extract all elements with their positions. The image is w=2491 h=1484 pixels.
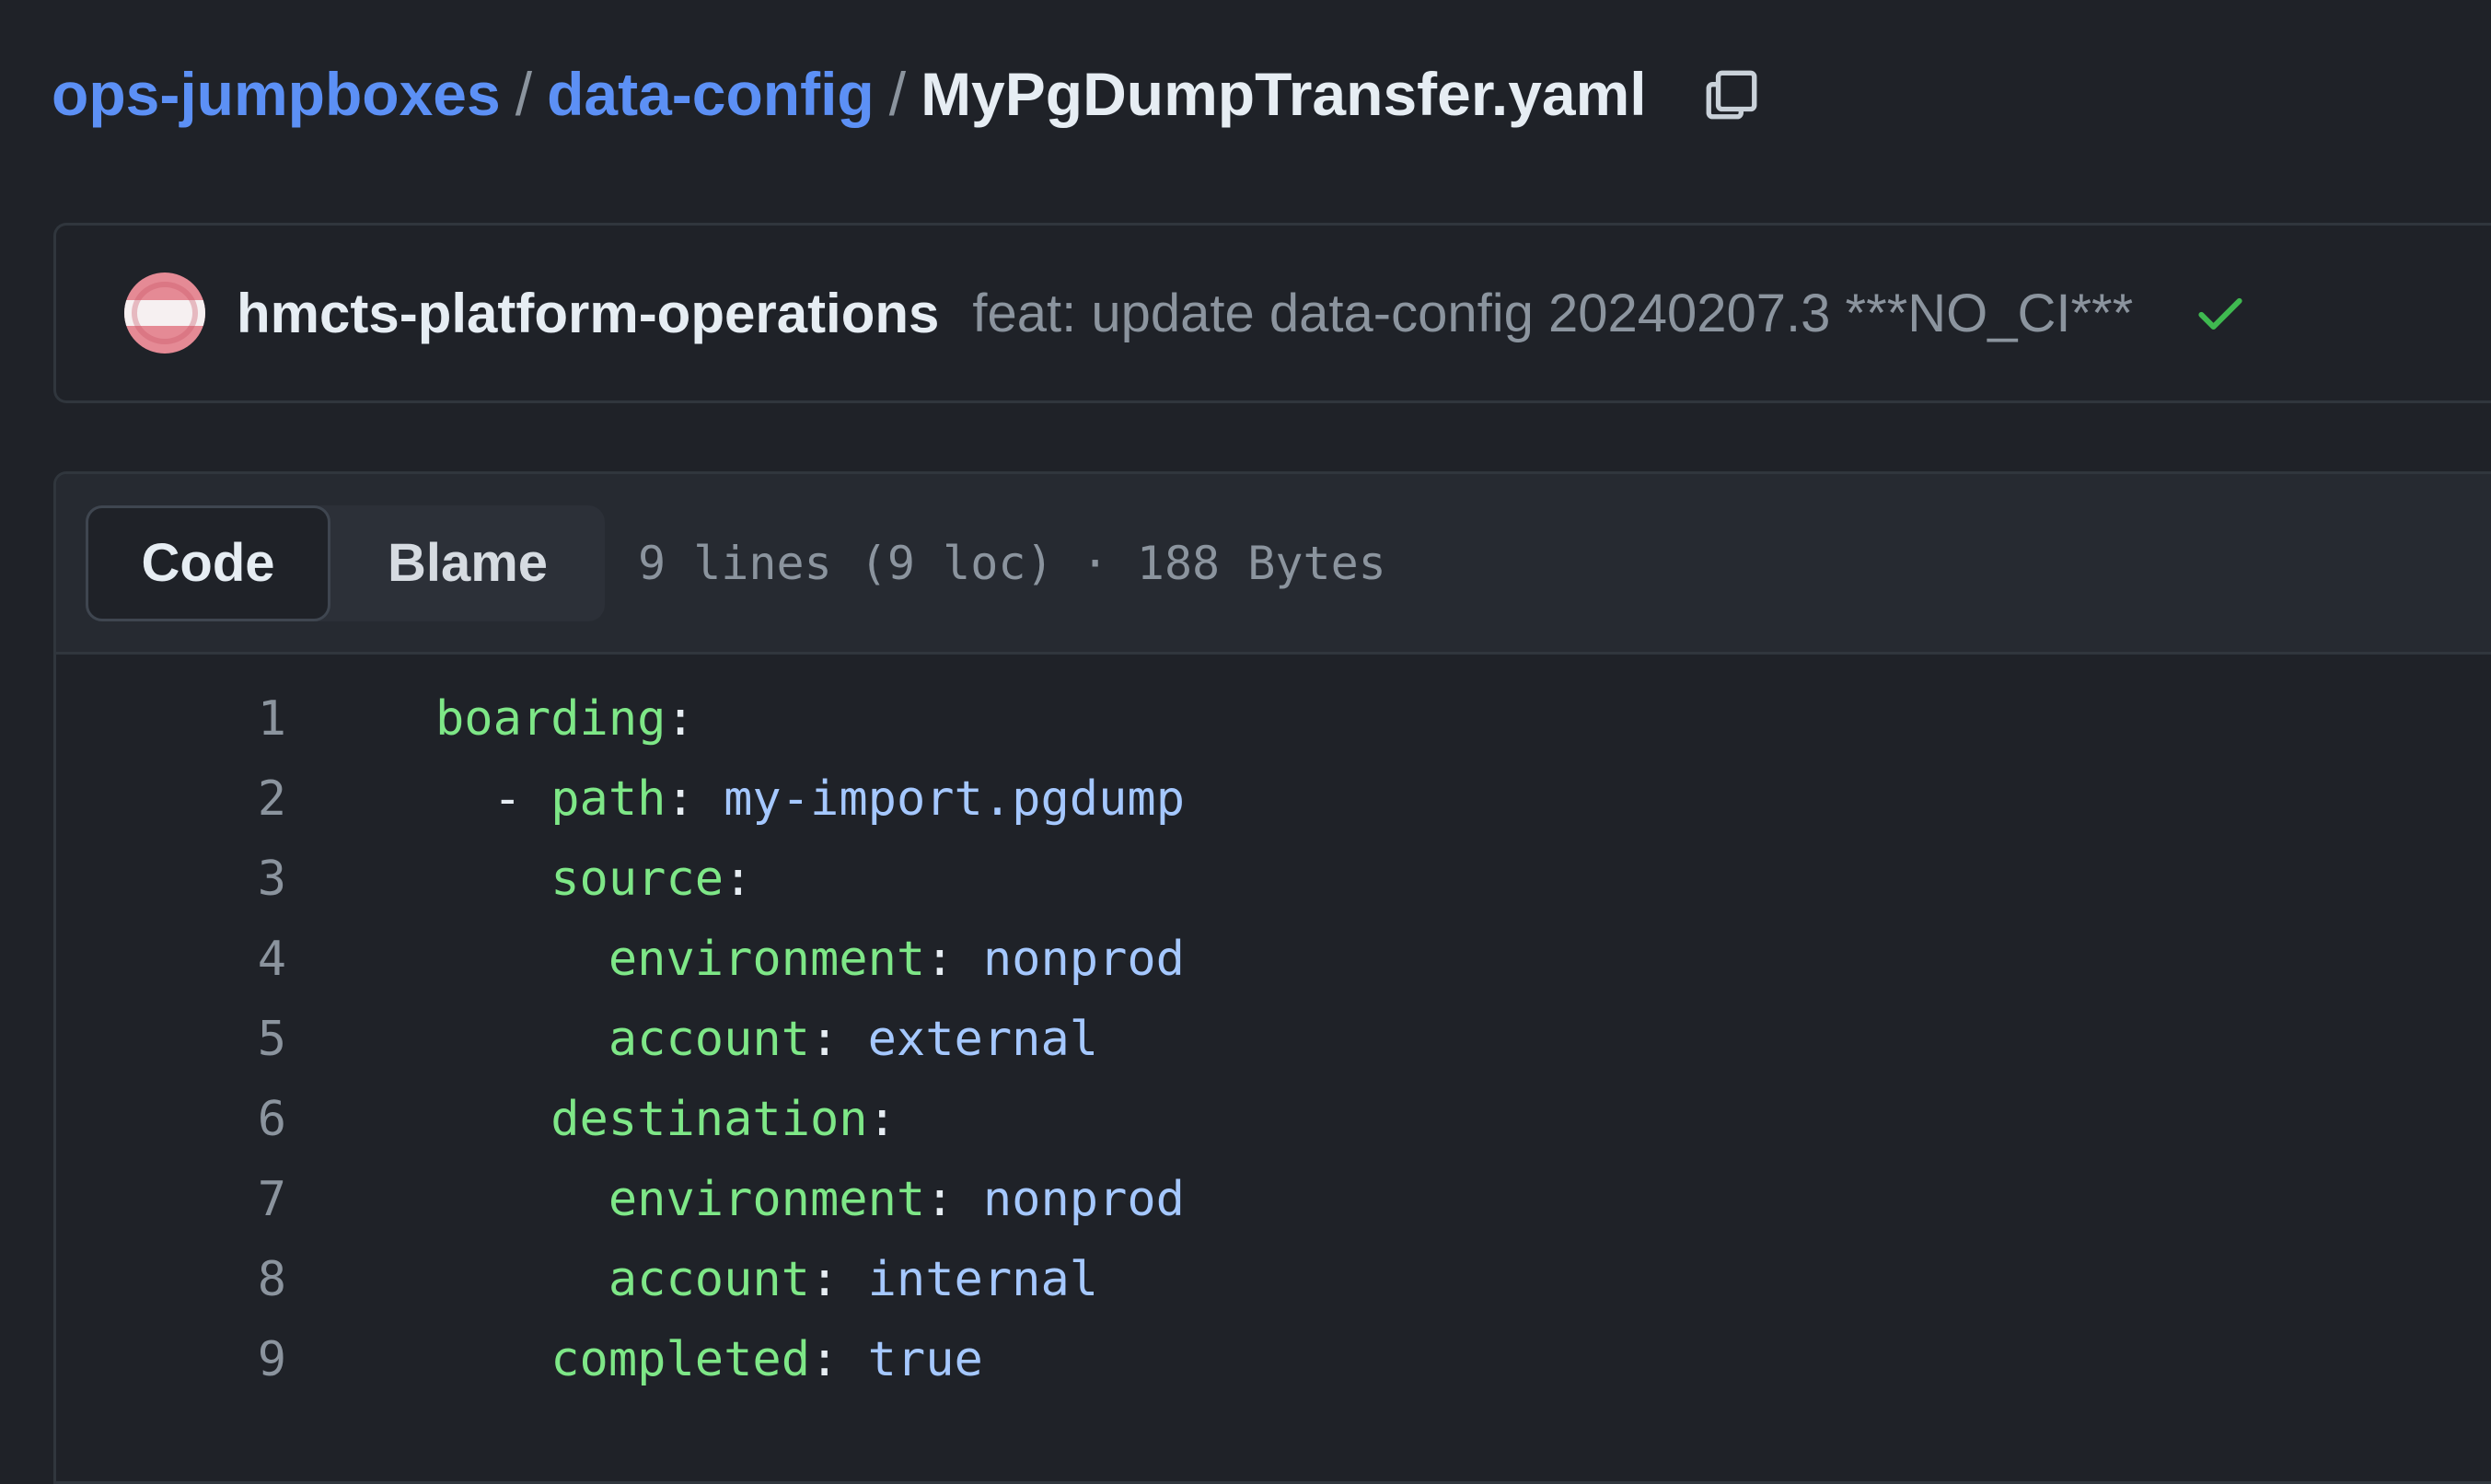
line-number[interactable]: 9 xyxy=(56,1332,286,1387)
breadcrumb-folder-link[interactable]: data-config xyxy=(547,59,875,129)
line-number[interactable]: 5 xyxy=(56,1012,286,1067)
check-status-icon[interactable] xyxy=(2192,284,2249,342)
line-number[interactable]: 6 xyxy=(56,1092,286,1147)
yaml-key: completed xyxy=(550,1331,810,1387)
code-line: 1 boarding: xyxy=(56,678,2491,759)
tab-blame[interactable]: Blame xyxy=(330,505,605,621)
yaml-key: environment xyxy=(608,931,926,987)
yaml-colon: : xyxy=(666,771,695,827)
breadcrumb-repo-link[interactable]: ops-jumpboxes xyxy=(52,59,501,129)
file-info: 9 lines (9 loc) · 188 Bytes xyxy=(638,536,1386,590)
yaml-colon: : xyxy=(810,1251,840,1307)
yaml-colon: : xyxy=(724,851,753,907)
line-number[interactable]: 1 xyxy=(56,691,286,747)
code-line: 8 account: internal xyxy=(56,1239,2491,1319)
yaml-colon: : xyxy=(925,1171,955,1227)
line-number[interactable]: 2 xyxy=(56,771,286,827)
code-line: 6 destination: xyxy=(56,1079,2491,1159)
line-content: account: internal xyxy=(286,1252,1098,1307)
line-content: environment: nonprod xyxy=(286,932,1185,987)
breadcrumb-separator: / xyxy=(888,60,907,128)
avatar[interactable] xyxy=(124,272,205,354)
line-content: account: external xyxy=(286,1012,1098,1067)
yaml-key: account xyxy=(608,1011,810,1067)
line-number[interactable]: 4 xyxy=(56,932,286,987)
view-mode-toggle: Code Blame xyxy=(86,504,605,621)
list-dash: - xyxy=(492,771,551,827)
code-body: 1 boarding: 2 - path: my-import.pgdump 3… xyxy=(56,655,2491,1399)
file-header: Code Blame 9 lines (9 loc) · 188 Bytes xyxy=(56,474,2491,655)
yaml-value: nonprod xyxy=(954,1171,1185,1227)
code-line: 3 source: xyxy=(56,839,2491,919)
line-content: - path: my-import.pgdump xyxy=(286,771,1185,827)
line-number[interactable]: 3 xyxy=(56,852,286,907)
yaml-value: my-import.pgdump xyxy=(694,771,1186,827)
check-icon xyxy=(2198,297,2242,330)
yaml-key: environment xyxy=(608,1171,926,1227)
yaml-key: path xyxy=(550,771,666,827)
yaml-value: nonprod xyxy=(954,931,1185,987)
yaml-key: boarding xyxy=(435,690,666,747)
yaml-colon: : xyxy=(666,690,695,747)
line-content: boarding: xyxy=(286,691,695,747)
yaml-colon: : xyxy=(810,1011,840,1067)
yaml-colon: : xyxy=(810,1331,840,1387)
line-content: source: xyxy=(286,852,752,907)
code-line: 9 completed: true xyxy=(56,1319,2491,1399)
yaml-colon: : xyxy=(925,931,955,987)
line-content: destination: xyxy=(286,1092,897,1147)
line-content: completed: true xyxy=(286,1332,983,1387)
breadcrumb-separator: / xyxy=(515,60,533,128)
yaml-key: source xyxy=(550,851,724,907)
code-line: 2 - path: my-import.pgdump xyxy=(56,759,2491,839)
code-line: 5 account: external xyxy=(56,999,2491,1079)
yaml-key: account xyxy=(608,1251,810,1307)
yaml-value: external xyxy=(839,1011,1099,1067)
copy-path-button[interactable] xyxy=(1698,61,1765,127)
yaml-colon: : xyxy=(867,1091,897,1147)
line-number[interactable]: 7 xyxy=(56,1172,286,1227)
breadcrumb-current-file: MyPgDumpTransfer.yaml xyxy=(921,60,1647,128)
line-number[interactable]: 8 xyxy=(56,1252,286,1307)
yaml-value: true xyxy=(839,1331,983,1387)
line-content: environment: nonprod xyxy=(286,1172,1185,1227)
code-line: 4 environment: nonprod xyxy=(56,919,2491,999)
latest-commit-bar: hmcts-platform-operations feat: update d… xyxy=(53,223,2491,403)
commit-author-link[interactable]: hmcts-platform-operations xyxy=(237,282,939,345)
copy-icon xyxy=(1706,70,1757,120)
breadcrumb: ops-jumpboxes / data-config / MyPgDumpTr… xyxy=(52,57,1765,131)
yaml-key: destination xyxy=(550,1091,868,1147)
commit-message-link[interactable]: feat: update data-config 20240207.3 ***N… xyxy=(972,283,2133,344)
code-line: 7 environment: nonprod xyxy=(56,1159,2491,1239)
file-viewer: Code Blame 9 lines (9 loc) · 188 Bytes 1… xyxy=(53,471,2491,1484)
yaml-value: internal xyxy=(839,1251,1099,1307)
tab-code[interactable]: Code xyxy=(86,504,330,621)
